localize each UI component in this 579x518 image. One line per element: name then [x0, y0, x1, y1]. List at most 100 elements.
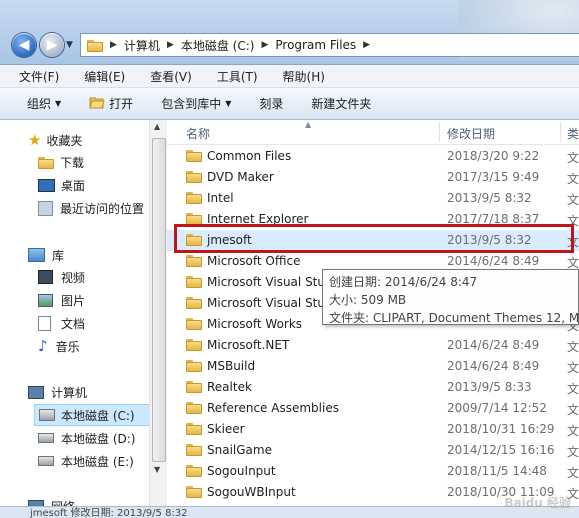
folder-icon — [186, 338, 202, 351]
open-button[interactable]: 打开 — [75, 95, 147, 112]
chevron-right-icon[interactable]: ▶ — [164, 40, 177, 50]
chevron-right-icon[interactable]: ▶ — [258, 40, 271, 50]
burn-button[interactable]: 刻录 — [245, 95, 297, 112]
nav-videos[interactable]: 视频 — [38, 267, 85, 287]
file-name: Intel — [207, 191, 234, 205]
file-date: 2014/6/24 8:49 — [447, 338, 540, 352]
file-row[interactable]: DVD Maker 2017/3/15 9:49 文 — [167, 167, 579, 188]
desktop-icon — [38, 178, 55, 192]
folder-icon — [186, 443, 202, 456]
nav-downloads[interactable]: 下载 — [38, 152, 84, 172]
scroll-down-arrow-icon[interactable]: ▼ — [154, 465, 160, 474]
scrollbar-thumb[interactable] — [152, 138, 166, 462]
folder-icon — [186, 254, 202, 267]
scroll-up-arrow-icon[interactable]: ▲ — [154, 122, 160, 131]
file-row[interactable]: Realtek 2013/9/5 8:33 文 — [167, 377, 579, 398]
folder-icon — [186, 191, 202, 204]
nav-desktop[interactable]: 桌面 — [38, 175, 85, 195]
chevron-right-icon[interactable]: ▶ — [107, 40, 120, 50]
breadcrumb-program-files[interactable]: Program Files — [271, 38, 360, 52]
downloads-folder-icon — [38, 156, 54, 169]
breadcrumb-drive-c[interactable]: 本地磁盘 (C:) — [177, 37, 259, 54]
nav-music[interactable]: ♪ 音乐 — [38, 336, 80, 356]
menu-tools[interactable]: 工具(T) — [198, 68, 264, 85]
forward-button[interactable]: ▶ — [40, 33, 64, 57]
nav-computer-label: 计算机 — [51, 385, 88, 400]
file-type: 文 — [567, 235, 579, 249]
file-row[interactable]: Skieer 2018/10/31 16:29 文 — [167, 419, 579, 440]
nav-libraries[interactable]: 库 — [28, 245, 64, 265]
status-text: jmesoft 修改日期: 2013/9/5 8:32 — [30, 508, 188, 518]
nav-drive-d[interactable]: 本地磁盘 (D:) — [38, 428, 135, 448]
nav-music-label: 音乐 — [55, 339, 80, 354]
file-name: SogouInput — [207, 464, 276, 478]
file-type: 文 — [567, 403, 579, 417]
file-type: 文 — [567, 340, 579, 354]
file-row[interactable]: Internet Explorer 2017/7/18 8:37 文 — [167, 209, 579, 230]
tooltip-created: 创建日期: 2014/6/24 8:47 — [329, 275, 478, 289]
tooltip-size: 大小: 509 MB — [329, 293, 407, 307]
status-bar: jmesoft 修改日期: 2013/9/5 8:32 — [0, 506, 579, 518]
nav-recent[interactable]: 最近访问的位置 — [38, 198, 144, 218]
history-dropdown-icon[interactable]: ▼ — [66, 40, 73, 50]
file-date: 2014/6/24 8:49 — [447, 254, 540, 268]
menu-help[interactable]: 帮助(H) — [264, 68, 331, 85]
new-folder-button[interactable]: 新建文件夹 — [297, 95, 385, 112]
folder-info-tooltip: 创建日期: 2014/6/24 8:47 大小: 509 MB 文件夹: CLI… — [322, 269, 579, 325]
back-arrow-icon: ◀ — [18, 37, 30, 53]
file-type: 文 — [567, 172, 579, 186]
column-divider[interactable] — [439, 122, 440, 142]
menu-file[interactable]: 文件(F) — [0, 68, 65, 85]
nav-recent-label: 最近访问的位置 — [60, 201, 145, 216]
back-button[interactable]: ◀ — [12, 33, 36, 57]
file-name: Internet Explorer — [207, 212, 309, 226]
nav-favorites[interactable]: ★ 收藏夹 — [28, 130, 82, 150]
open-label: 打开 — [109, 97, 134, 111]
folder-icon — [186, 317, 202, 330]
menu-edit[interactable]: 编辑(E) — [65, 68, 131, 85]
file-row[interactable]: MSBuild 2014/6/24 8:49 文 — [167, 356, 579, 377]
file-row[interactable]: Microsoft.NET 2014/6/24 8:49 文 — [167, 335, 579, 356]
column-type[interactable]: 类 — [567, 125, 579, 142]
file-row[interactable]: Reference Assemblies 2009/7/14 12:52 文 — [167, 398, 579, 419]
nav-pictures[interactable]: 图片 — [38, 290, 85, 310]
include-in-library-button[interactable]: 包含到库中 ▼ — [147, 95, 245, 112]
file-name: Microsoft Visual Stu — [207, 275, 325, 289]
star-icon: ★ — [28, 131, 42, 149]
file-name: Skieer — [207, 422, 245, 436]
nav-libraries-label: 库 — [52, 248, 65, 263]
watermark: Baidu 经验 — [504, 496, 571, 510]
file-row-selected[interactable]: jmesoft 2013/9/5 8:32 文 — [167, 230, 579, 251]
video-icon — [38, 270, 53, 284]
breadcrumb-computer[interactable]: 计算机 — [120, 37, 164, 54]
organize-button[interactable]: 组织 ▼ — [0, 95, 75, 112]
nav-downloads-label: 下载 — [60, 155, 85, 170]
chevron-right-icon[interactable]: ▶ — [360, 40, 373, 50]
file-row[interactable]: SogouInput 2018/11/5 14:48 文 — [167, 461, 579, 482]
folder-icon — [186, 359, 202, 372]
file-name: SnailGame — [207, 443, 272, 457]
file-row[interactable]: SnailGame 2014/12/15 16:16 文 — [167, 440, 579, 461]
file-name: jmesoft — [207, 233, 252, 247]
menu-view[interactable]: 查看(V) — [131, 68, 198, 85]
folder-icon — [186, 464, 202, 477]
file-row[interactable]: Common Files 2018/3/20 9:22 文 — [167, 146, 579, 167]
file-date: 2009/7/14 12:52 — [447, 401, 547, 415]
folder-icon — [186, 170, 202, 183]
nav-drive-c[interactable]: 本地磁盘 (C:) — [34, 404, 158, 426]
folder-icon — [186, 275, 202, 288]
folder-icon — [87, 39, 103, 52]
library-icon — [28, 248, 45, 262]
column-date[interactable]: 修改日期 — [447, 125, 495, 142]
file-name: Reference Assemblies — [207, 401, 339, 415]
address-bar[interactable]: ▶ 计算机 ▶ 本地磁盘 (C:) ▶ Program Files ▶ — [80, 33, 579, 57]
nav-drive-e[interactable]: 本地磁盘 (E:) — [38, 451, 134, 471]
navigation-scrollbar[interactable]: ▲ ▼ — [149, 120, 167, 517]
nav-documents[interactable]: 文档 — [38, 313, 85, 333]
file-date: 2018/3/20 9:22 — [447, 149, 540, 163]
nav-computer[interactable]: 计算机 — [28, 382, 87, 402]
include-library-label: 包含到库中 — [161, 97, 222, 111]
file-row[interactable]: Intel 2013/9/5 8:32 文 — [167, 188, 579, 209]
column-name[interactable]: 名称 — [186, 125, 210, 142]
column-divider[interactable] — [560, 122, 561, 142]
